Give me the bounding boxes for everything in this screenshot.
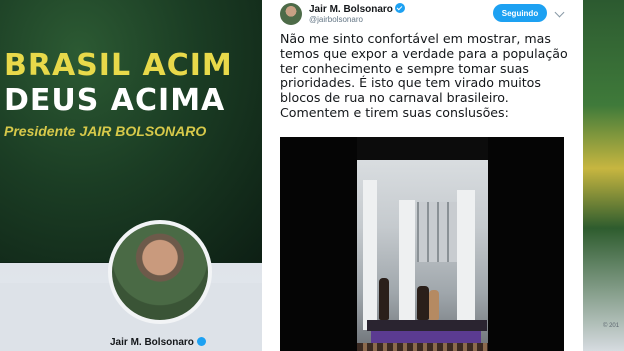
profile-avatar[interactable]: [108, 220, 212, 324]
bus-stop-panel: [371, 331, 481, 343]
tweet-author-handle[interactable]: @jairbolsonaro: [309, 15, 363, 24]
person-figure: [379, 278, 389, 320]
banner-headline-2: DEUS ACIMA: [4, 83, 226, 118]
flag-background: [583, 0, 624, 351]
following-button[interactable]: Seguindo: [493, 4, 547, 22]
building-column: [457, 190, 475, 330]
video-frame: [357, 160, 488, 351]
building-windows: [417, 202, 457, 262]
profile-banner: BRASIL ACIM DEUS ACIMA Presidente JAIR B…: [0, 0, 262, 262]
profile-name: Jair M. Bolsonaro: [110, 337, 194, 348]
tweet-text: Não me sinto confortável em mostrar, mas…: [280, 31, 580, 121]
copyright-text: © 201: [603, 323, 620, 329]
crowd: [357, 343, 488, 351]
verified-badge-icon: [394, 3, 405, 13]
tweet-author-avatar[interactable]: [280, 3, 302, 25]
banner-headline-1: BRASIL ACIM: [4, 48, 233, 83]
tweet-text-line: prioridades. É isto que tem virado muito…: [280, 75, 541, 91]
tweet-author-name-row[interactable]: Jair M. Bolsonaro: [309, 3, 405, 15]
profile-name-row[interactable]: Jair M. Bolsonaro: [110, 337, 206, 348]
video-letterbox: [357, 137, 488, 160]
tweet-text-line: blocos de rua no carnaval brasileiro.: [280, 90, 509, 106]
video-player[interactable]: [280, 137, 564, 351]
banner-subtitle: Presidente JAIR BOLSONARO: [4, 123, 207, 139]
tweet-text-line: temos que expor a verdade para a populaç…: [280, 45, 568, 61]
verified-badge-icon: [196, 337, 206, 346]
chevron-down-icon[interactable]: [554, 7, 565, 18]
person-figure: [417, 286, 429, 320]
building-column: [399, 200, 415, 330]
person-figure: [429, 290, 439, 320]
tweet-text-line: ter conhecimento e sempre tomar suas: [280, 60, 529, 76]
tweet-text-line: Não me sinto confortável em mostrar, mas: [280, 31, 551, 46]
tweet-text-line: Comentem e tirem suas conslusões:: [280, 104, 509, 120]
tweet-author-name: Jair M. Bolsonaro: [309, 4, 393, 15]
building-column: [363, 180, 377, 330]
tweet-card: Jair M. Bolsonaro @jairbolsonaro Seguind…: [262, 0, 583, 351]
bus-stop-roof: [367, 320, 487, 331]
